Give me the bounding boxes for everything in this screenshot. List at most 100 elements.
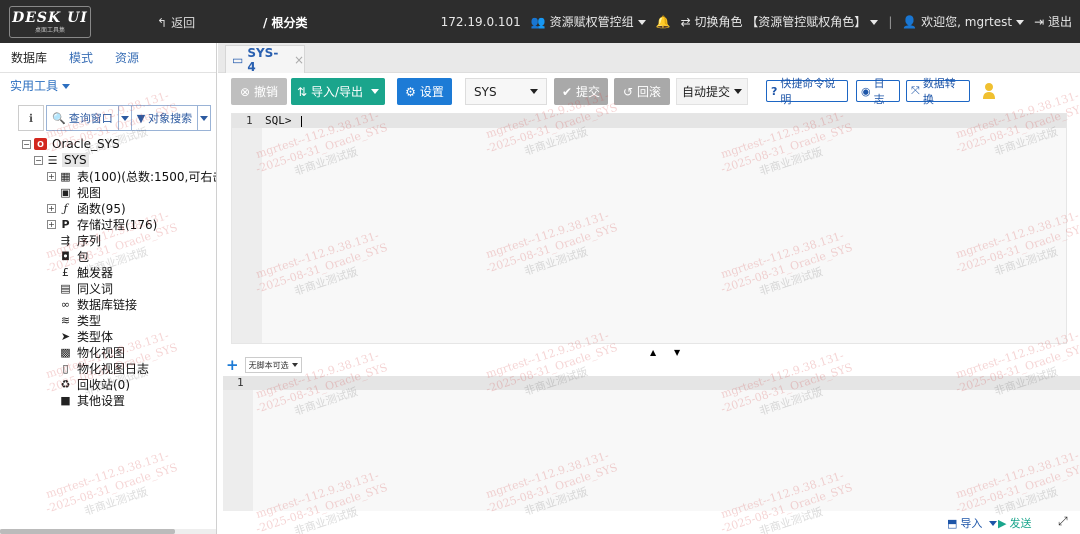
logout-button[interactable]: ⇥ 退出 [1034, 13, 1072, 30]
users-icon: 👥 [530, 15, 546, 29]
tree-node-tables[interactable]: + ▦ 表(100)(总数:1500,可右击 [47, 168, 216, 184]
switch-role-dropdown[interactable]: ⇄ 切换角色 【资源管控赋权角色】 [681, 13, 879, 30]
object-search-dropdown[interactable] [197, 105, 212, 131]
commit-button[interactable]: ✔ 提交 [554, 78, 608, 105]
package-icon: ◘ [61, 249, 70, 263]
tree-node-packages[interactable]: ◘ 包 [59, 248, 91, 264]
import-label: 导入 [960, 517, 983, 530]
info-button[interactable]: ℹ [18, 105, 44, 131]
eye-icon: ◉ [861, 84, 871, 98]
tree-node-synonyms[interactable]: ▤ 同义词 [59, 280, 115, 296]
script-select[interactable]: 无脚本可选 [244, 357, 302, 373]
shortcut-help-button[interactable]: ? 快捷命令说明 [766, 77, 848, 106]
tree-item-label: 序列 [77, 233, 102, 248]
document-icon: ▯ [62, 361, 69, 375]
left-panel: 数据库 模式 资源 实用工具 ℹ 🔍 查询窗口 ▼ 对象搜索 − O Oracl… [0, 43, 217, 534]
tree-item-label: 其他设置 [77, 393, 126, 408]
group-dropdown[interactable]: 👥 资源赋权管控组 [531, 13, 646, 30]
trigger-icon: £ [62, 265, 69, 279]
chevron-down-icon [870, 20, 879, 25]
import-button[interactable]: ⬒ 导入 [947, 515, 998, 531]
object-tree: − O Oracle_SYS − ☰ SYS + ▦ 表(100)(总数:150… [0, 136, 216, 516]
collapse-icon[interactable]: − [34, 155, 43, 165]
query-window-button[interactable]: 🔍 查询窗口 [46, 105, 119, 131]
ip-address: 172.19.0.101 [440, 14, 521, 29]
expand-icon[interactable]: + [47, 219, 56, 229]
log-button[interactable]: ◉ 日志 [856, 77, 900, 106]
query-window-dropdown[interactable] [117, 105, 132, 131]
result-toolbar: + 无脚本可选 [218, 355, 1080, 375]
settings-button[interactable]: ⚙ 设置 [397, 78, 452, 105]
check-icon: ✔ [561, 84, 573, 99]
rollback-button[interactable]: ↺ 回滚 [614, 78, 670, 105]
chevron-down-icon [62, 84, 71, 89]
tree-node-schema[interactable]: − ☰ SYS [34, 152, 89, 168]
schema-select[interactable]: SYS [465, 78, 547, 105]
tree-item-label: 表(100)(总数:1500,可右击 [77, 169, 216, 184]
tree-node-recycle-bin[interactable]: ♻ 回收站(0) [59, 376, 132, 392]
result-editor[interactable]: 1 [223, 376, 1080, 511]
back-icon: ↰ [157, 15, 168, 30]
shortcut-help-label: 快捷命令说明 [780, 77, 836, 106]
terminal-icon: ▭ [232, 52, 244, 67]
folder-icon: ■ [60, 393, 71, 407]
tree-node-other-settings[interactable]: ■ 其他设置 [59, 392, 127, 408]
tools-dropdown[interactable]: 实用工具 [0, 73, 216, 99]
expand-icon[interactable]: + [47, 203, 56, 213]
app-logo[interactable]: DESK UI 桌面工具集 [0, 0, 100, 43]
expand-icon[interactable]: ⤢ [1058, 514, 1068, 529]
username: mgrtest [964, 15, 1013, 29]
object-search-label: 对象搜索 [148, 112, 193, 125]
tab-database[interactable]: 数据库 [0, 43, 58, 73]
chevron-down-icon [734, 89, 742, 94]
user-menu[interactable]: 👤 欢迎您, mgrtest [902, 13, 1025, 30]
tree-node-mviews[interactable]: ▩ 物化视图 [59, 344, 127, 360]
bell-icon[interactable]: 🔔 [656, 15, 671, 29]
plus-icon[interactable]: + [226, 357, 239, 373]
tree-node-root[interactable]: − O Oracle_SYS [22, 136, 122, 152]
tree-node-functions[interactable]: + ƒ 函数(95) [47, 200, 128, 216]
tree-item-label: 类型 [77, 313, 102, 328]
tree-node-type-bodies[interactable]: ➤ 类型体 [59, 328, 115, 344]
undo-icon: ↺ [622, 84, 634, 99]
import-export-button[interactable]: ⇅ 导入/导出 [291, 78, 385, 105]
commit-label: 提交 [576, 85, 601, 99]
recycle-icon: ♻ [60, 377, 71, 391]
chevron-down-icon [200, 115, 209, 121]
tree-item-label: 触发器 [77, 265, 114, 280]
back-button[interactable]: ↰ 返回 [157, 14, 195, 31]
convert-icon: ⤧ [911, 84, 920, 97]
gear-icon: ⚙ [405, 84, 416, 99]
tree-item-label: 函数(95) [77, 201, 126, 216]
auto-commit-dropdown[interactable]: 自动提交 [676, 78, 748, 105]
tree-node-views[interactable]: ▣ 视图 [59, 184, 103, 200]
close-icon[interactable]: × [294, 53, 304, 67]
tree-node-triggers[interactable]: £ 触发器 [59, 264, 115, 280]
sql-editor[interactable]: 1 SQL> [231, 113, 1067, 344]
main-area: ▭ SYS-4 × ⊗ 撤销 ⇅ 导入/导出 ⚙ 设置 SYS ✔ 提交 ↺ 回… [218, 43, 1080, 534]
result-gutter [223, 376, 253, 511]
view-icon: ▣ [60, 185, 71, 199]
tab-resource[interactable]: 资源 [104, 43, 150, 73]
tab-schema[interactable]: 模式 [58, 43, 104, 73]
object-search-button[interactable]: ▼ 对象搜索 [130, 105, 199, 131]
tab-sys-4[interactable]: ▭ SYS-4 × [225, 45, 305, 74]
tree-node-mview-logs[interactable]: ▯ 物化视图日志 [59, 360, 151, 376]
table-icon: ▦ [60, 169, 71, 183]
expand-icon[interactable]: + [47, 171, 56, 181]
cancel-button[interactable]: ⊗ 撤销 [231, 78, 287, 105]
tree-node-procedures[interactable]: + P 存储过程(176) [47, 216, 159, 232]
filter-icon: ▼ [136, 111, 146, 125]
schema-select-value: SYS [474, 84, 497, 99]
left-horizontal-scrollbar[interactable] [0, 529, 216, 534]
tree-node-db-links[interactable]: ∞ 数据库链接 [59, 296, 139, 312]
tree-node-sequences[interactable]: ⇶ 序列 [59, 232, 103, 248]
sequence-icon: ⇶ [60, 233, 71, 247]
script-select-value: 无脚本可选 [248, 360, 289, 370]
data-convert-button[interactable]: ⤧ 数据转换 [906, 77, 970, 106]
collapse-icon[interactable]: − [22, 139, 31, 149]
person-icon[interactable] [982, 82, 996, 100]
chevron-down-icon [371, 89, 380, 94]
send-button[interactable]: ▶ 发送 [998, 515, 1031, 531]
tree-node-types[interactable]: ≋ 类型 [59, 312, 103, 328]
